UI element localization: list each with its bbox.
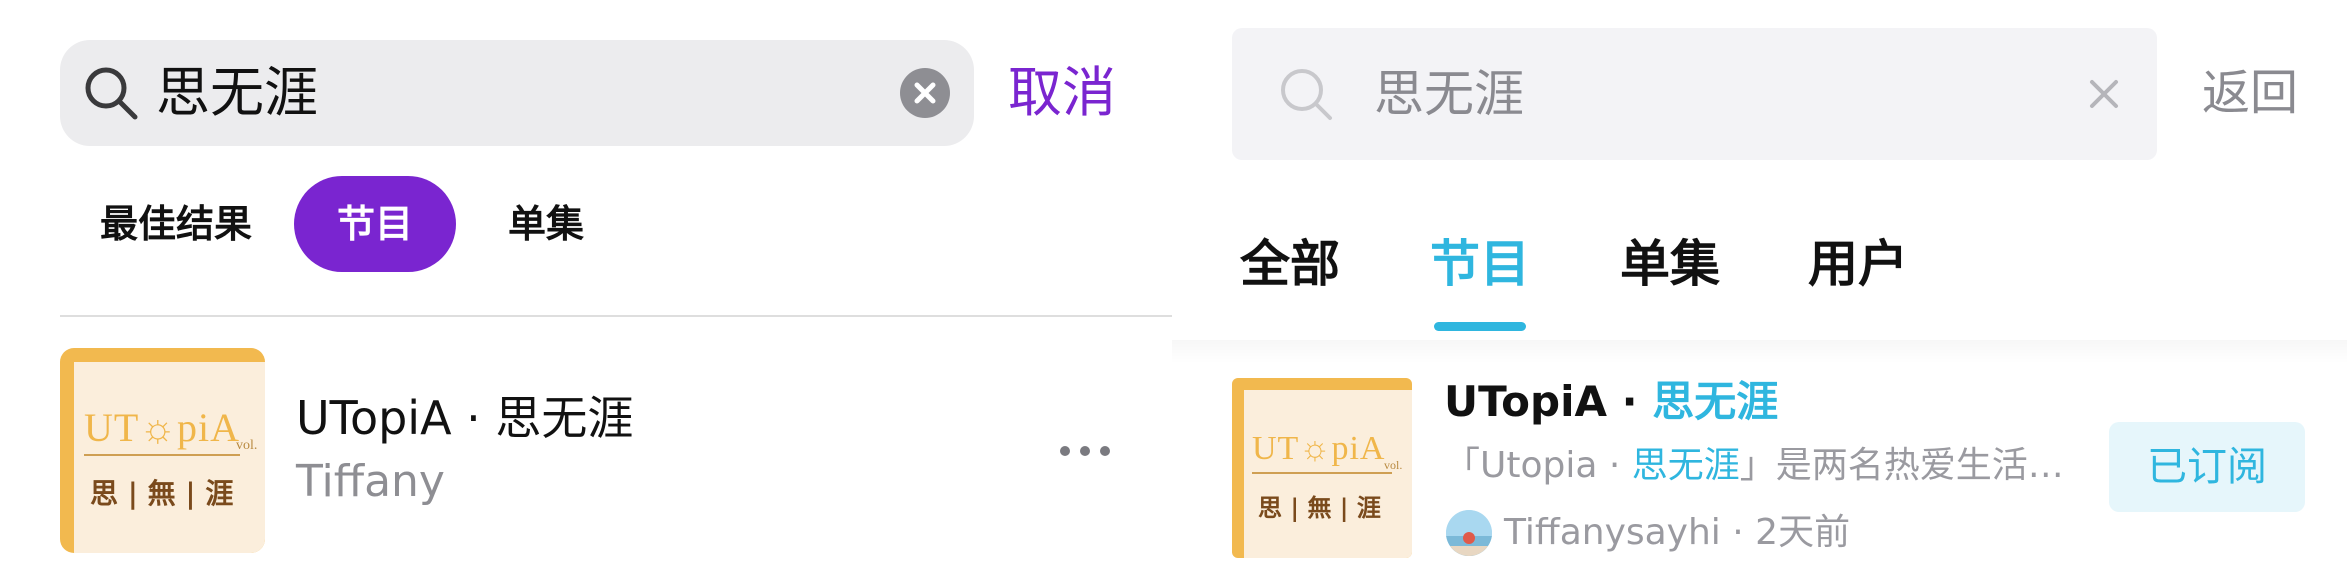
result-title-prefix: UTopiA · — [1444, 377, 1653, 426]
desc-prefix: 「Utopia · — [1444, 445, 1632, 486]
tab-episodes[interactable]: 单集 — [496, 176, 596, 272]
search-bar[interactable]: 思无涯 — [60, 40, 974, 146]
tab-best-results[interactable]: 最佳结果 — [96, 176, 256, 272]
divider — [60, 315, 1172, 317]
search-bar[interactable]: 思无涯 — [1232, 28, 2157, 160]
tab-programs[interactable]: 节目 — [1430, 228, 1530, 300]
search-input[interactable]: 思无涯 — [1374, 57, 1524, 131]
search-icon — [1281, 69, 1332, 120]
avatar[interactable] — [1446, 510, 1492, 556]
search-icon — [85, 67, 138, 120]
cover-subtitle: 思 | 無 | 涯 — [1258, 493, 1381, 522]
podcast-cover[interactable]: UT☼piA vol. 思 | 無 | 涯 — [1232, 378, 1412, 558]
search-input[interactable]: 思无涯 — [156, 56, 318, 130]
active-tab-indicator — [1434, 322, 1526, 331]
cover-divider — [1252, 472, 1392, 474]
updated-time: 2天前 — [1755, 512, 1851, 553]
tab-episodes[interactable]: 单集 — [1620, 228, 1720, 300]
podcast-cover[interactable]: UT☼piA vol. 思 | 無 | 涯 — [60, 348, 265, 553]
result-author: Tiffany — [296, 456, 445, 507]
close-icon[interactable] — [2084, 74, 2124, 114]
subscribed-button[interactable]: 已订阅 — [2109, 422, 2305, 512]
cover-vol: vol. — [236, 438, 258, 453]
back-button[interactable]: 返回 — [2202, 56, 2298, 130]
result-title[interactable]: UTopiA · 思无涯 — [1444, 372, 1778, 432]
author-name[interactable]: Tiffanysayhi — [1504, 512, 1721, 553]
cover-title: UT☼piA — [1252, 430, 1386, 467]
result-title[interactable]: UTopiA · 思无涯 — [296, 388, 633, 448]
tab-bar-shadow — [1172, 340, 2347, 364]
more-options-icon[interactable] — [1058, 430, 1112, 470]
result-title-highlight: 思无涯 — [1652, 377, 1779, 426]
cover-divider — [84, 454, 240, 456]
cover-vol: vol. — [1384, 458, 1403, 472]
tab-all[interactable]: 全部 — [1240, 228, 1340, 300]
tab-programs[interactable]: 节目 — [294, 176, 456, 272]
left-search-screen: 思无涯 取消 最佳结果 节目 单集 UT☼piA vol. 思 | 無 | 涯 … — [0, 0, 1172, 582]
result-description: 「Utopia · 思无涯」是两名热爱生活… — [1444, 436, 2084, 496]
cover-title: UT☼piA — [84, 405, 240, 450]
result-meta: Tiffanysayhi · 2天前 — [1504, 503, 1850, 563]
desc-suffix: 」是两名热爱生活… — [1739, 445, 2064, 486]
clear-icon[interactable] — [900, 68, 950, 118]
meta-separator: · — [1732, 512, 1744, 553]
cancel-button[interactable]: 取消 — [1008, 56, 1116, 130]
desc-highlight: 思无涯 — [1631, 445, 1740, 486]
cover-subtitle: 思 | 無 | 涯 — [90, 477, 234, 510]
tab-users[interactable]: 用户 — [1808, 228, 1908, 300]
right-search-screen: 思无涯 返回 全部 节目 单集 用户 UT☼piA vol. 思 | 無 | 涯… — [1172, 0, 2347, 582]
